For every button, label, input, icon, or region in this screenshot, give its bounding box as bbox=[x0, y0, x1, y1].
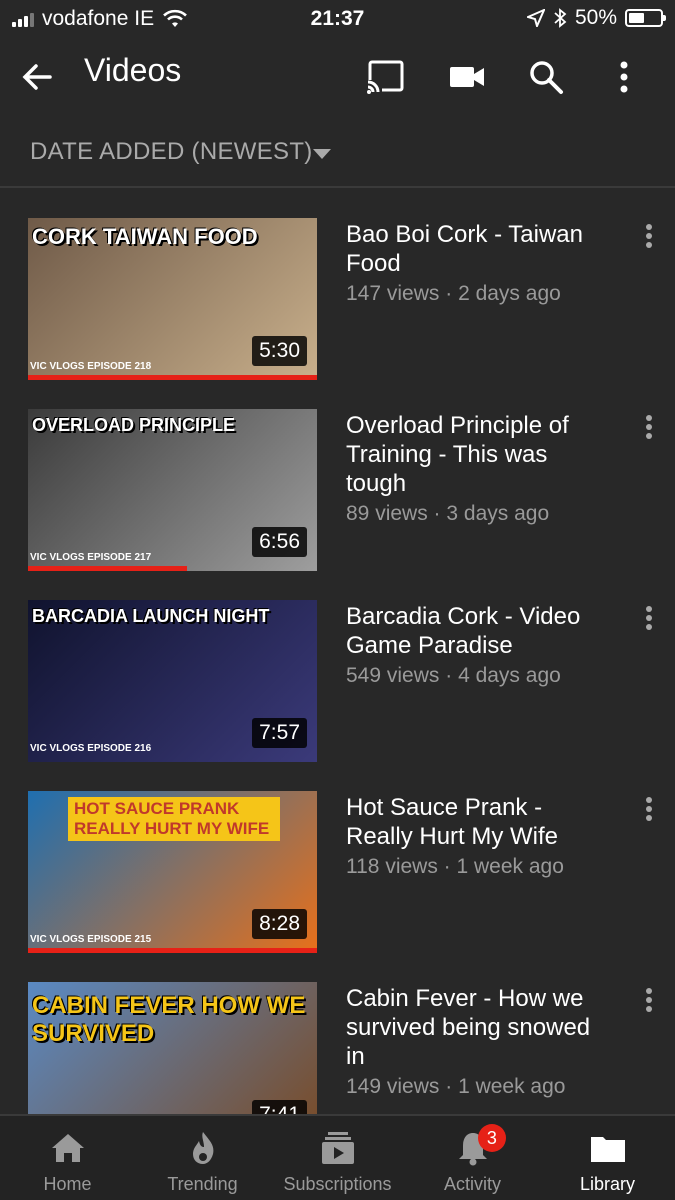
video-thumbnail[interactable]: CORK TAIWAN FOOD VIC VLOGS EPISODE 218 5:3… bbox=[28, 218, 317, 380]
view-count: 118 views bbox=[346, 855, 438, 878]
battery-percent: 50% bbox=[574, 6, 617, 29]
video-thumbnail[interactable]: OVERLOAD PRINCIPLE VIC VLOGS EPISODE 217 6… bbox=[28, 409, 317, 571]
nav-label: Subscriptions bbox=[283, 1174, 392, 1194]
upload-age: 4 days ago bbox=[458, 664, 561, 687]
status-right: 50% bbox=[526, 6, 666, 30]
video-thumbnail[interactable]: BARCADIA LAUNCH NIGHT VIC VLOGS EPISODE 2… bbox=[28, 600, 317, 762]
search-icon[interactable] bbox=[525, 56, 567, 98]
back-arrow-icon[interactable] bbox=[18, 58, 56, 96]
video-title[interactable]: Cabin Fever - How we survived being snow… bbox=[346, 984, 611, 1071]
video-title[interactable]: Overload Principle of Training - This wa… bbox=[346, 411, 611, 498]
video-meta[interactable]: Barcadia Cork - Video Game Paradise 549 v… bbox=[346, 602, 611, 688]
nav-label: Library bbox=[579, 1174, 636, 1194]
view-count: 89 views bbox=[346, 502, 428, 525]
video-stats: 147 views · 2 days ago bbox=[346, 282, 611, 306]
flame-icon bbox=[183, 1128, 223, 1168]
view-count: 149 views bbox=[346, 1075, 440, 1098]
nav-label: Home bbox=[43, 1174, 92, 1194]
page-title: Videos bbox=[84, 52, 182, 88]
video-stats: 549 views · 4 days ago bbox=[346, 664, 611, 688]
separator-dot: · bbox=[439, 664, 459, 687]
video-meta[interactable]: Hot Sauce Prank - Really Hurt My Wife 118… bbox=[346, 793, 611, 879]
thumbnail-overlay-text: BARCADIA LAUNCH NIGHT bbox=[32, 606, 270, 626]
thumbnail-overlay-text: CABIN FEVER HOW WE SURVIVED bbox=[32, 992, 306, 1047]
view-count: 147 views bbox=[346, 282, 440, 305]
more-vert-icon[interactable] bbox=[603, 56, 645, 98]
video-duration: 6:56 bbox=[252, 527, 307, 557]
list-item[interactable]: OVERLOAD PRINCIPLE VIC VLOGS EPISODE 217 6… bbox=[0, 409, 675, 584]
battery-fill bbox=[629, 13, 644, 23]
home-icon bbox=[48, 1128, 88, 1168]
nav-item-home[interactable]: Home bbox=[0, 1116, 135, 1200]
video-stats: 118 views · 1 week ago bbox=[346, 855, 611, 879]
cast-icon[interactable] bbox=[364, 56, 406, 98]
video-menu-icon[interactable] bbox=[643, 988, 655, 1016]
nav-item-library[interactable]: Library bbox=[540, 1116, 675, 1200]
nav-item-activity[interactable]: Activity 3 bbox=[405, 1116, 540, 1200]
video-menu-icon[interactable] bbox=[643, 415, 655, 443]
list-item[interactable]: CORK TAIWAN FOOD VIC VLOGS EPISODE 218 5:3… bbox=[0, 218, 675, 393]
separator-dot: · bbox=[427, 502, 447, 525]
nav-label: Trending bbox=[167, 1174, 238, 1194]
bluetooth-icon bbox=[554, 8, 567, 28]
battery-icon bbox=[625, 9, 666, 27]
video-title[interactable]: Hot Sauce Prank - Really Hurt My Wife bbox=[346, 793, 611, 851]
sort-label: DATE ADDED (NEWEST) bbox=[30, 138, 313, 165]
episode-badge: VIC VLOGS EPISODE 215 bbox=[30, 934, 152, 945]
video-stats: 89 views · 3 days ago bbox=[346, 502, 611, 526]
video-menu-icon[interactable] bbox=[643, 224, 655, 252]
camera-icon[interactable] bbox=[446, 56, 488, 98]
video-thumbnail[interactable]: HOT SAUCE PRANK REALLY HURT MY WIFE VIC V… bbox=[28, 791, 317, 953]
dropdown-caret-icon bbox=[313, 149, 331, 159]
notification-badge: 3 bbox=[477, 1124, 506, 1152]
video-stats: 149 views · 1 week ago bbox=[346, 1075, 611, 1099]
subscriptions-icon bbox=[318, 1128, 358, 1168]
video-duration: 7:57 bbox=[252, 718, 307, 748]
video-menu-icon[interactable] bbox=[643, 797, 655, 825]
status-bar: vodafone IE 21:37 50% bbox=[0, 0, 675, 38]
app-bar: Videos bbox=[0, 38, 675, 116]
separator-dot: · bbox=[437, 855, 457, 878]
upload-age: 1 week ago bbox=[458, 1075, 566, 1098]
list-item[interactable]: HOT SAUCE PRANK REALLY HURT MY WIFE VIC V… bbox=[0, 791, 675, 966]
list-item[interactable]: BARCADIA LAUNCH NIGHT VIC VLOGS EPISODE 2… bbox=[0, 600, 675, 775]
view-count: 549 views bbox=[346, 664, 440, 687]
thumbnail-overlay-text: OVERLOAD PRINCIPLE bbox=[32, 415, 236, 435]
video-meta[interactable]: Bao Boi Cork - Taiwan Food 147 views · 2 … bbox=[346, 220, 611, 306]
sort-dropdown[interactable]: DATE ADDED (NEWEST) bbox=[0, 116, 675, 188]
upload-age: 2 days ago bbox=[458, 282, 561, 305]
video-duration: 8:28 bbox=[252, 909, 307, 939]
nav-item-trending[interactable]: Trending bbox=[135, 1116, 270, 1200]
separator-dot: · bbox=[439, 1075, 459, 1098]
video-meta[interactable]: Overload Principle of Training - This wa… bbox=[346, 411, 611, 526]
bottom-nav: Home Trending Subscriptions Activity 3 Librar… bbox=[0, 1114, 675, 1200]
watch-progress-bar bbox=[28, 948, 317, 953]
video-duration: 5:30 bbox=[252, 336, 307, 366]
location-icon bbox=[526, 9, 545, 27]
video-meta[interactable]: Cabin Fever - How we survived being snow… bbox=[346, 984, 611, 1099]
nav-item-subscriptions[interactable]: Subscriptions bbox=[270, 1116, 405, 1200]
video-title[interactable]: Bao Boi Cork - Taiwan Food bbox=[346, 220, 611, 278]
episode-badge: VIC VLOGS EPISODE 217 bbox=[30, 552, 152, 563]
watch-progress-bar bbox=[28, 566, 187, 571]
video-menu-icon[interactable] bbox=[643, 606, 655, 634]
watch-progress-bar bbox=[28, 375, 317, 380]
episode-badge: VIC VLOGS EPISODE 216 bbox=[30, 743, 152, 754]
folder-icon bbox=[588, 1128, 628, 1168]
nav-label: Activity bbox=[443, 1174, 501, 1194]
upload-age: 3 days ago bbox=[446, 502, 550, 525]
upload-age: 1 week ago bbox=[456, 855, 564, 878]
episode-badge: VIC VLOGS EPISODE 218 bbox=[30, 361, 152, 372]
video-title[interactable]: Barcadia Cork - Video Game Paradise bbox=[346, 602, 611, 660]
separator-dot: · bbox=[439, 282, 459, 305]
thumbnail-overlay-text: HOT SAUCE PRANK REALLY HURT MY WIFE bbox=[68, 797, 280, 841]
thumbnail-overlay-text: CORK TAIWAN FOOD bbox=[32, 224, 258, 249]
